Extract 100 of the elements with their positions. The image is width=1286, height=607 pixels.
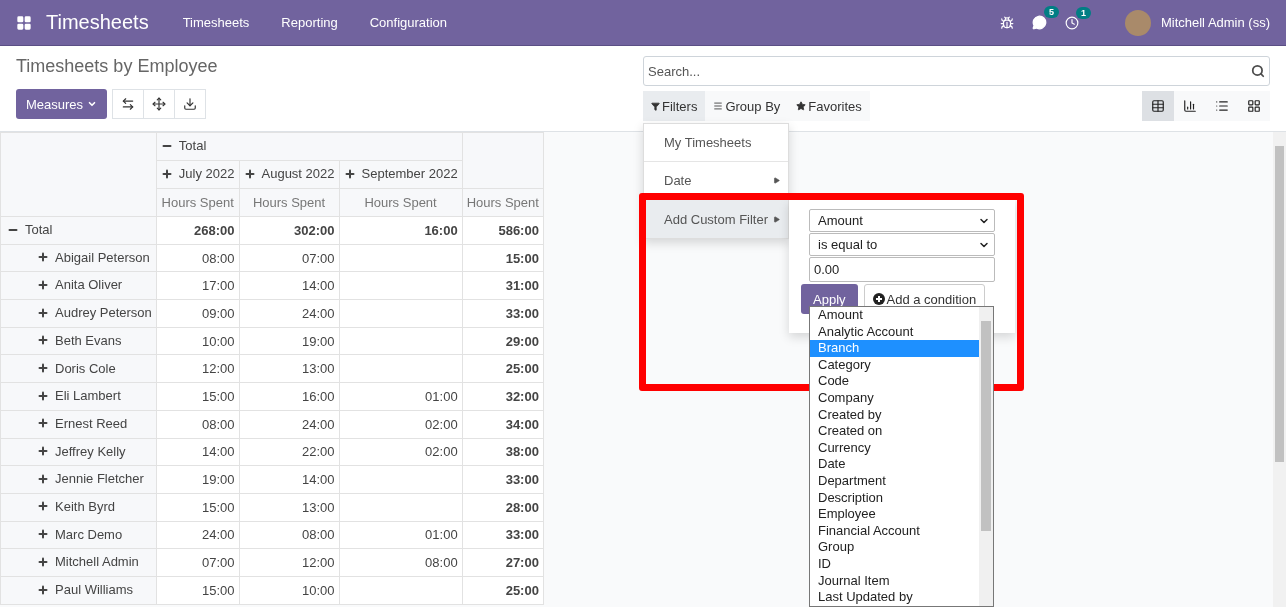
view-switch-button[interactable] (1142, 91, 1174, 121)
table-cell: 22:00 (239, 438, 339, 466)
table-cell: 17:00 (156, 271, 239, 300)
table-cell: 19:00 (239, 327, 339, 355)
option-item[interactable]: Last Updated by (810, 589, 979, 606)
download-icon (183, 97, 198, 111)
option-item[interactable]: Currency (810, 439, 979, 457)
plus-icon (37, 251, 49, 264)
row-header[interactable]: Beth Evans (0, 327, 157, 355)
option-item[interactable]: ID (810, 555, 979, 573)
header-cell[interactable]: August 2022 (239, 160, 339, 189)
table-cell: 14:00 (156, 438, 239, 466)
search-field[interactable]: Search... (643, 56, 1270, 86)
download-button[interactable] (174, 89, 207, 119)
expand-all-button[interactable] (143, 89, 176, 119)
scrollbar[interactable] (1273, 132, 1286, 607)
user-name[interactable]: Mitchell Admin (ss) (1160, 15, 1270, 30)
move-arrows-icon (152, 97, 167, 111)
table-cell: 24:00 (156, 521, 239, 549)
table-cell: 15:00 (156, 576, 239, 605)
option-item[interactable]: Category (810, 356, 979, 374)
option-item[interactable]: Company (810, 389, 979, 407)
option-item[interactable]: Department (810, 472, 979, 490)
table-cell: 14:00 (239, 465, 339, 494)
row-header[interactable]: Jennie Fletcher (0, 465, 157, 494)
row-header[interactable]: Keith Byrd (0, 493, 157, 522)
apps-menu-icon[interactable] (16, 14, 32, 31)
notification-badge: 5 (1043, 6, 1059, 18)
table-cell: 12:00 (156, 354, 239, 383)
table-cell: 28:00 (462, 493, 544, 522)
row-header[interactable]: Mitchell Admin (0, 548, 157, 577)
plus-icon (37, 306, 49, 319)
row-header[interactable]: Paul Williams (0, 576, 157, 605)
row-header[interactable]: Marc Demo (0, 521, 157, 549)
header-cell: Hours Spent (239, 188, 339, 217)
bars-icon (713, 101, 724, 111)
dropdown-item[interactable]: My Timesheets (644, 124, 788, 162)
table-cell: 02:00 (339, 438, 463, 466)
option-item[interactable]: Employee (810, 506, 979, 523)
option-item[interactable]: Group (810, 539, 979, 556)
filter-toolbar-button[interactable]: Filters (643, 91, 706, 121)
app-name[interactable]: Timesheets (46, 11, 149, 34)
scrollbar[interactable] (979, 307, 993, 606)
table-cell: 13:00 (239, 354, 339, 383)
plus-icon (37, 278, 49, 291)
measures-button[interactable]: Measures (16, 89, 108, 119)
header-cell: Hours Spent (462, 188, 544, 217)
clock-icon[interactable] (1064, 15, 1079, 30)
option-item[interactable]: Created by (810, 406, 979, 424)
dropdown-item[interactable]: Add Custom Filter (644, 200, 788, 238)
table-cell: 27:00 (462, 548, 544, 577)
field-select[interactable]: Amount (809, 209, 995, 232)
nav-menu-item[interactable]: Configuration (353, 15, 464, 30)
table-cell: 12:00 (239, 548, 339, 577)
row-header[interactable]: Eli Lambert (0, 382, 157, 411)
row-header[interactable]: Ernest Reed (0, 410, 157, 438)
table-cell: 10:00 (156, 327, 239, 355)
bug-icon[interactable] (999, 15, 1014, 30)
option-item[interactable]: Created on (810, 423, 979, 440)
option-item[interactable]: Code (810, 373, 979, 390)
table-cell: 25:00 (462, 576, 544, 605)
table-cell: 07:00 (156, 548, 239, 577)
row-header[interactable]: Total (0, 216, 157, 245)
option-item[interactable]: Analytic Account (810, 323, 979, 341)
operator-select[interactable]: is equal to (809, 233, 995, 256)
caret-icon (87, 99, 98, 109)
star-icon (796, 101, 807, 111)
search-icon[interactable] (1251, 64, 1265, 78)
plus-icon (160, 167, 173, 180)
filter-toolbar-button[interactable]: Favorites (788, 91, 870, 121)
option-item[interactable]: Date (810, 456, 979, 473)
table-cell: 24:00 (239, 299, 339, 328)
row-header[interactable]: Audrey Peterson (0, 299, 157, 328)
header-cell[interactable]: Total (156, 132, 463, 161)
table-cell: 24:00 (239, 410, 339, 438)
plus-icon (37, 417, 49, 430)
header-cell: Hours Spent (156, 188, 239, 217)
nav-menu-item[interactable]: Timesheets (166, 15, 266, 30)
filter-toolbar-button[interactable]: Group By (705, 91, 789, 121)
header-cell[interactable]: July 2022 (156, 160, 239, 189)
nav-menu-item[interactable]: Reporting (265, 15, 354, 30)
option-item[interactable]: Description (810, 489, 979, 507)
flip-axis-button[interactable] (112, 89, 145, 119)
row-header[interactable]: Anita Oliver (0, 271, 157, 300)
table-cell: 31:00 (462, 271, 544, 300)
row-header[interactable]: Jeffrey Kelly (0, 438, 157, 466)
option-item[interactable]: Financial Account (810, 522, 979, 540)
row-header[interactable]: Abigail Peterson (0, 244, 157, 272)
plus-icon (37, 528, 49, 541)
swap-arrows-icon (121, 97, 136, 111)
table-cell: 15:00 (462, 244, 544, 272)
header-cell[interactable]: September 2022 (339, 160, 463, 189)
plus-icon (37, 334, 49, 347)
value-field[interactable]: 0.00 (809, 257, 995, 282)
option-item[interactable]: Journal Item (810, 572, 979, 590)
table-cell: 16:00 (239, 382, 339, 411)
chat-icon[interactable] (1031, 15, 1047, 30)
row-header[interactable]: Doris Cole (0, 354, 157, 383)
table-cell: 25:00 (462, 354, 544, 383)
table-cell: 01:00 (339, 382, 463, 411)
